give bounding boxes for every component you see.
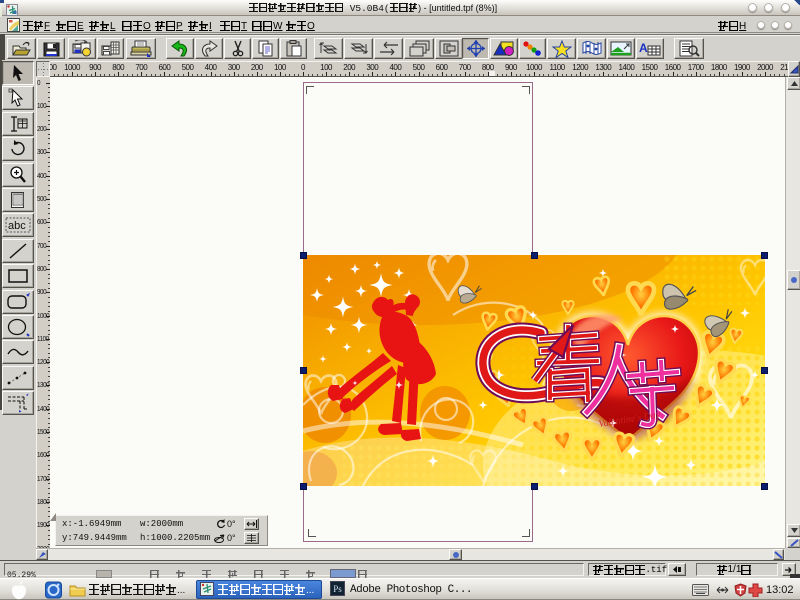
svg-text:abc: abc	[8, 220, 26, 232]
svg-text:A: A	[639, 41, 648, 55]
